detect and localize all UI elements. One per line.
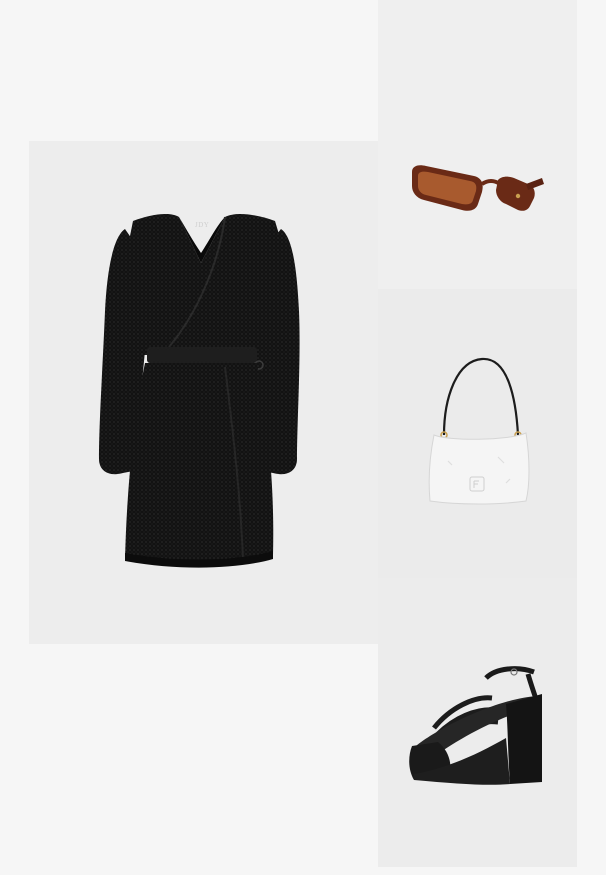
product-tile-handbag[interactable] [378, 289, 577, 578]
product-tile-sunglasses[interactable] [378, 0, 577, 289]
brand-label: JDY [195, 221, 210, 229]
handbag-icon [428, 357, 530, 505]
dress-icon [99, 214, 300, 568]
sandal-icon [409, 666, 542, 785]
product-tile-dress[interactable]: JDY [29, 141, 378, 644]
product-tile-sandals[interactable] [378, 578, 577, 867]
sunglasses-icon [412, 165, 544, 211]
